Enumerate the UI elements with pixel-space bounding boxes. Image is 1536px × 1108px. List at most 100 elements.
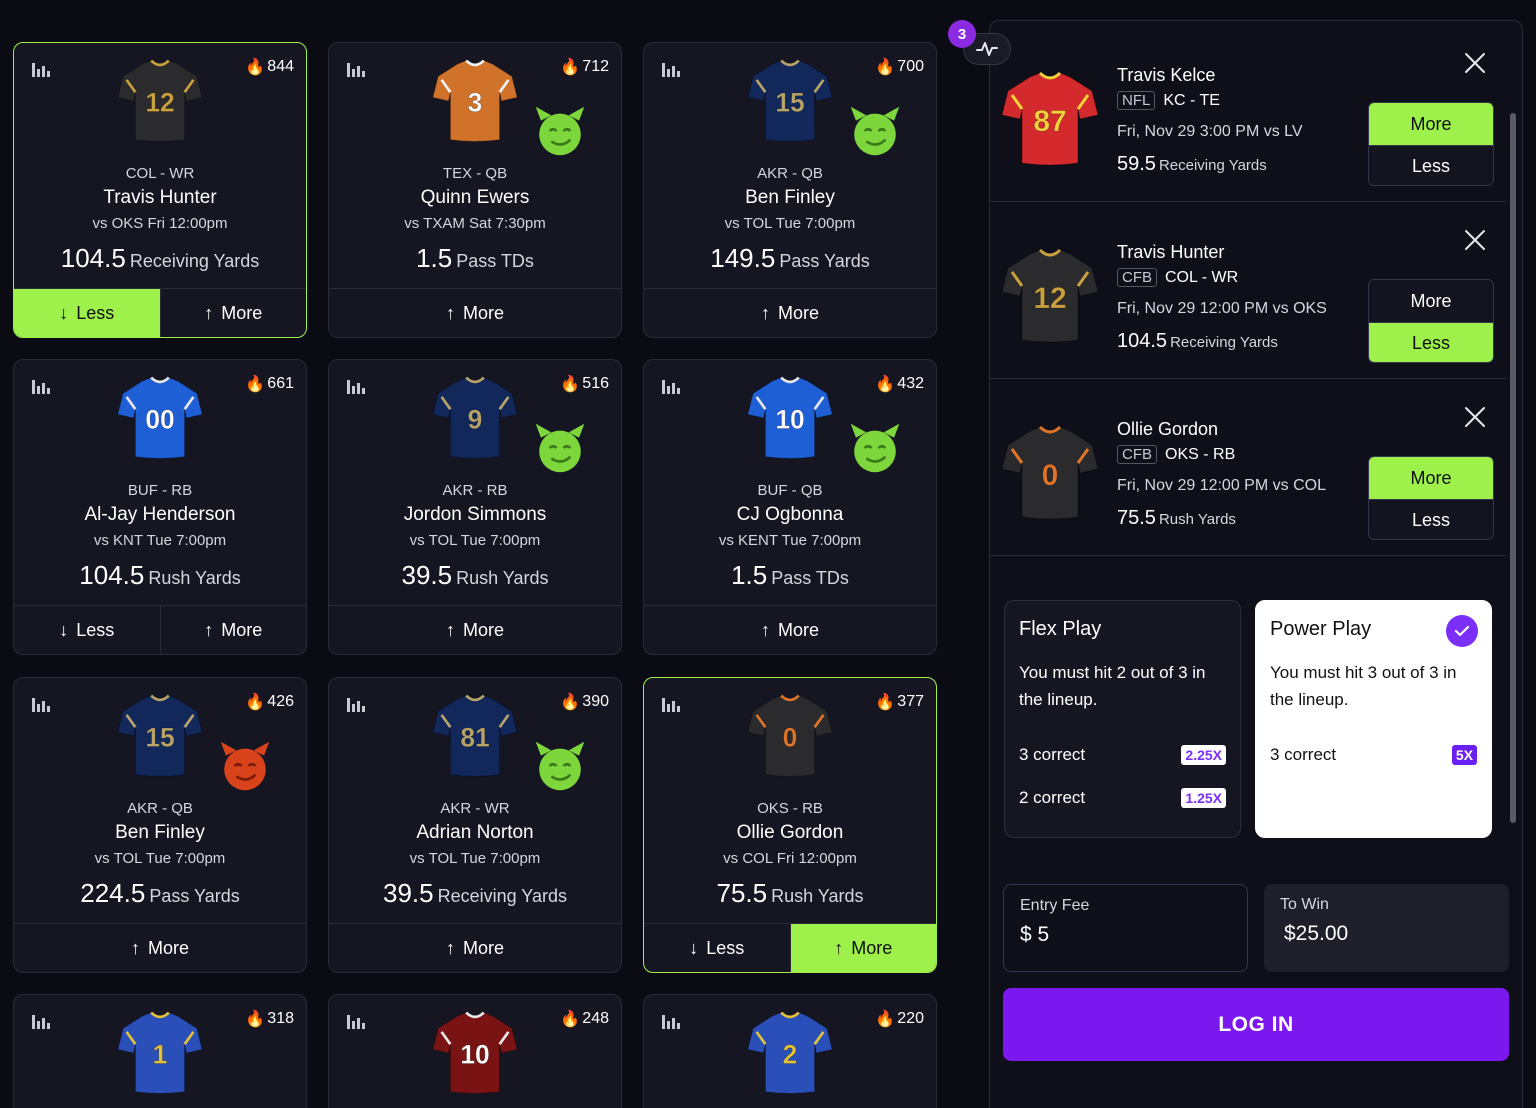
more-button[interactable]: ↑ More <box>644 289 936 337</box>
jersey-number: 0 <box>1042 459 1059 492</box>
stats-icon[interactable] <box>347 698 365 712</box>
arrow-down-icon: ↓ <box>59 302 69 323</box>
jersey-number: 10 <box>775 405 804 435</box>
more-button[interactable]: ↑ More <box>329 289 621 337</box>
more-button[interactable]: ↑ More <box>14 924 306 972</box>
goblin-icon <box>535 741 585 791</box>
demon-icon <box>220 741 270 791</box>
jersey-number: 81 <box>460 723 489 753</box>
jersey-icon: 81 <box>432 694 518 777</box>
pick-jersey: 87 <box>1000 69 1100 169</box>
popularity-count: 248 <box>582 1010 609 1027</box>
player-card[interactable]: 🔥 318 1 <box>13 994 307 1108</box>
pick-jersey: 0 <box>1000 423 1100 523</box>
stat-type: Pass Yards <box>779 251 870 271</box>
entry-fee-label: Entry Fee <box>1020 897 1090 914</box>
stats-icon[interactable] <box>32 698 50 712</box>
payout-label: 3 correct <box>1270 745 1337 764</box>
arrow-up-icon: ↑ <box>834 937 844 958</box>
pick-player-name: Travis Hunter <box>1117 242 1225 262</box>
more-button[interactable]: ↑ More <box>789 924 936 972</box>
arrow-down-icon: ↓ <box>689 937 699 958</box>
player-card[interactable]: 🔥 516 9 AKR - RB Jordon Simmons vs TOL Tue 7:… <box>328 359 622 655</box>
player-jersey: 00 <box>115 374 205 462</box>
player-card[interactable]: 🔥 426 15 AKR - QB Ben Finley vs TOL Tue 7:00p… <box>13 677 307 973</box>
stats-icon[interactable] <box>347 63 365 77</box>
player-card[interactable]: 🔥 377 0 OKS - RB Ollie Gordon vs COL Fri 12:0… <box>643 677 937 973</box>
stats-icon[interactable] <box>32 1015 50 1029</box>
player-game: vs COL Fri 12:00pm <box>723 850 857 867</box>
projection-line: 39.5 Rush Yards <box>329 560 621 591</box>
jersey-icon: 87 <box>1001 71 1099 166</box>
more-button[interactable]: More <box>1369 280 1493 322</box>
power-play-option[interactable]: Power Play You must hit 3 out of 3 in th… <box>1255 600 1492 838</box>
jersey-number: 2 <box>783 1040 798 1070</box>
stat-type: Rush Yards <box>771 886 864 906</box>
popularity-badge: 🔥 220 <box>875 1009 924 1029</box>
projection-line: 104.5 Rush Yards <box>14 560 306 591</box>
stats-icon[interactable] <box>32 380 50 394</box>
close-icon[interactable] <box>1463 228 1487 252</box>
league-tag: NFL <box>1117 91 1156 110</box>
line-value: 224.5 <box>80 878 146 908</box>
fire-icon: 🔥 <box>560 376 581 393</box>
stats-icon[interactable] <box>347 380 365 394</box>
player-card[interactable]: 🔥 220 2 <box>643 994 937 1108</box>
more-button[interactable]: More <box>1369 103 1493 145</box>
line-value: 104.5 <box>79 560 145 590</box>
more-button[interactable]: ↑ More <box>159 606 307 654</box>
player-card[interactable]: 🔥 700 15 AKR - QB Ben Finley vs TOL Tue 7:00p… <box>643 42 937 338</box>
pick-actions: ↑ More <box>329 923 621 972</box>
player-card[interactable]: 🔥 844 12 COL - WR Travis Hunter vs OKS Fri 12… <box>13 42 307 338</box>
more-button[interactable]: ↑ More <box>329 924 621 972</box>
fire-icon: 🔥 <box>875 59 896 76</box>
pick-actions: ↓ Less ↑ More <box>14 288 306 337</box>
projection-line: 149.5 Pass Yards <box>644 243 936 274</box>
login-button[interactable]: LOG IN <box>1003 988 1509 1061</box>
entry-fee-field[interactable]: Entry Fee $ 5 <box>1003 884 1248 972</box>
less-button[interactable]: Less <box>1369 322 1493 362</box>
stats-icon[interactable] <box>662 63 680 77</box>
less-button[interactable]: ↓ Less <box>644 924 790 972</box>
popularity-count: 432 <box>897 375 924 392</box>
action-label: More <box>147 937 189 958</box>
stats-icon[interactable] <box>347 1015 365 1029</box>
player-jersey: 15 <box>115 692 205 780</box>
pick-player-name: Ollie Gordon <box>1117 419 1219 439</box>
player-game: vs TOL Tue 7:00pm <box>94 850 226 867</box>
less-button[interactable]: ↓ Less <box>14 289 160 337</box>
more-button[interactable]: ↑ More <box>329 606 621 654</box>
less-button[interactable]: Less <box>1369 145 1493 185</box>
action-label: More <box>462 937 504 958</box>
stats-icon[interactable] <box>662 380 680 394</box>
flex-payout-row: 3 correct 2.25X <box>1019 745 1226 765</box>
more-button[interactable]: ↑ More <box>644 606 936 654</box>
jersey-number: 15 <box>775 88 804 118</box>
stats-icon[interactable] <box>32 63 50 77</box>
player-card[interactable]: 🔥 712 3 TEX - QB Quinn Ewers vs TXAM Sat 7:30… <box>328 42 622 338</box>
player-jersey: 12 <box>115 57 205 145</box>
player-position: BUF - RB <box>127 482 193 499</box>
more-button[interactable]: ↑ More <box>159 289 307 337</box>
flex-play-option[interactable]: Flex Play You must hit 2 out of 3 in the… <box>1004 600 1241 838</box>
fire-icon: 🔥 <box>875 376 896 393</box>
player-card[interactable]: 🔥 661 00 BUF - RB Al-Jay Henderson vs KNT Tue… <box>13 359 307 655</box>
line-value: 39.5 <box>401 560 453 590</box>
stat-type: Rush Yards <box>1158 511 1236 528</box>
less-button[interactable]: Less <box>1369 499 1493 539</box>
stats-icon[interactable] <box>662 698 680 712</box>
less-button[interactable]: ↓ Less <box>14 606 160 654</box>
player-card[interactable]: 🔥 248 10 <box>328 994 622 1108</box>
more-button[interactable]: More <box>1369 457 1493 499</box>
player-card[interactable]: 🔥 390 81 AKR - WR Adrian Norton vs TOL Tue 7:… <box>328 677 622 973</box>
close-icon[interactable] <box>1463 51 1487 75</box>
panel-scrollbar[interactable] <box>1510 113 1516 823</box>
player-card[interactable]: 🔥 432 10 BUF - QB CJ Ogbonna vs KENT Tue 7:00… <box>643 359 937 655</box>
goblin-icon <box>535 106 585 156</box>
stats-icon[interactable] <box>662 1015 680 1029</box>
line-value: 1.5 <box>731 560 768 590</box>
jersey-icon: 15 <box>117 694 203 777</box>
more-less-toggle: More Less <box>1368 456 1494 540</box>
close-icon[interactable] <box>1463 405 1487 429</box>
flex-play-description: You must hit 2 out of 3 in the lineup. <box>1019 663 1206 709</box>
